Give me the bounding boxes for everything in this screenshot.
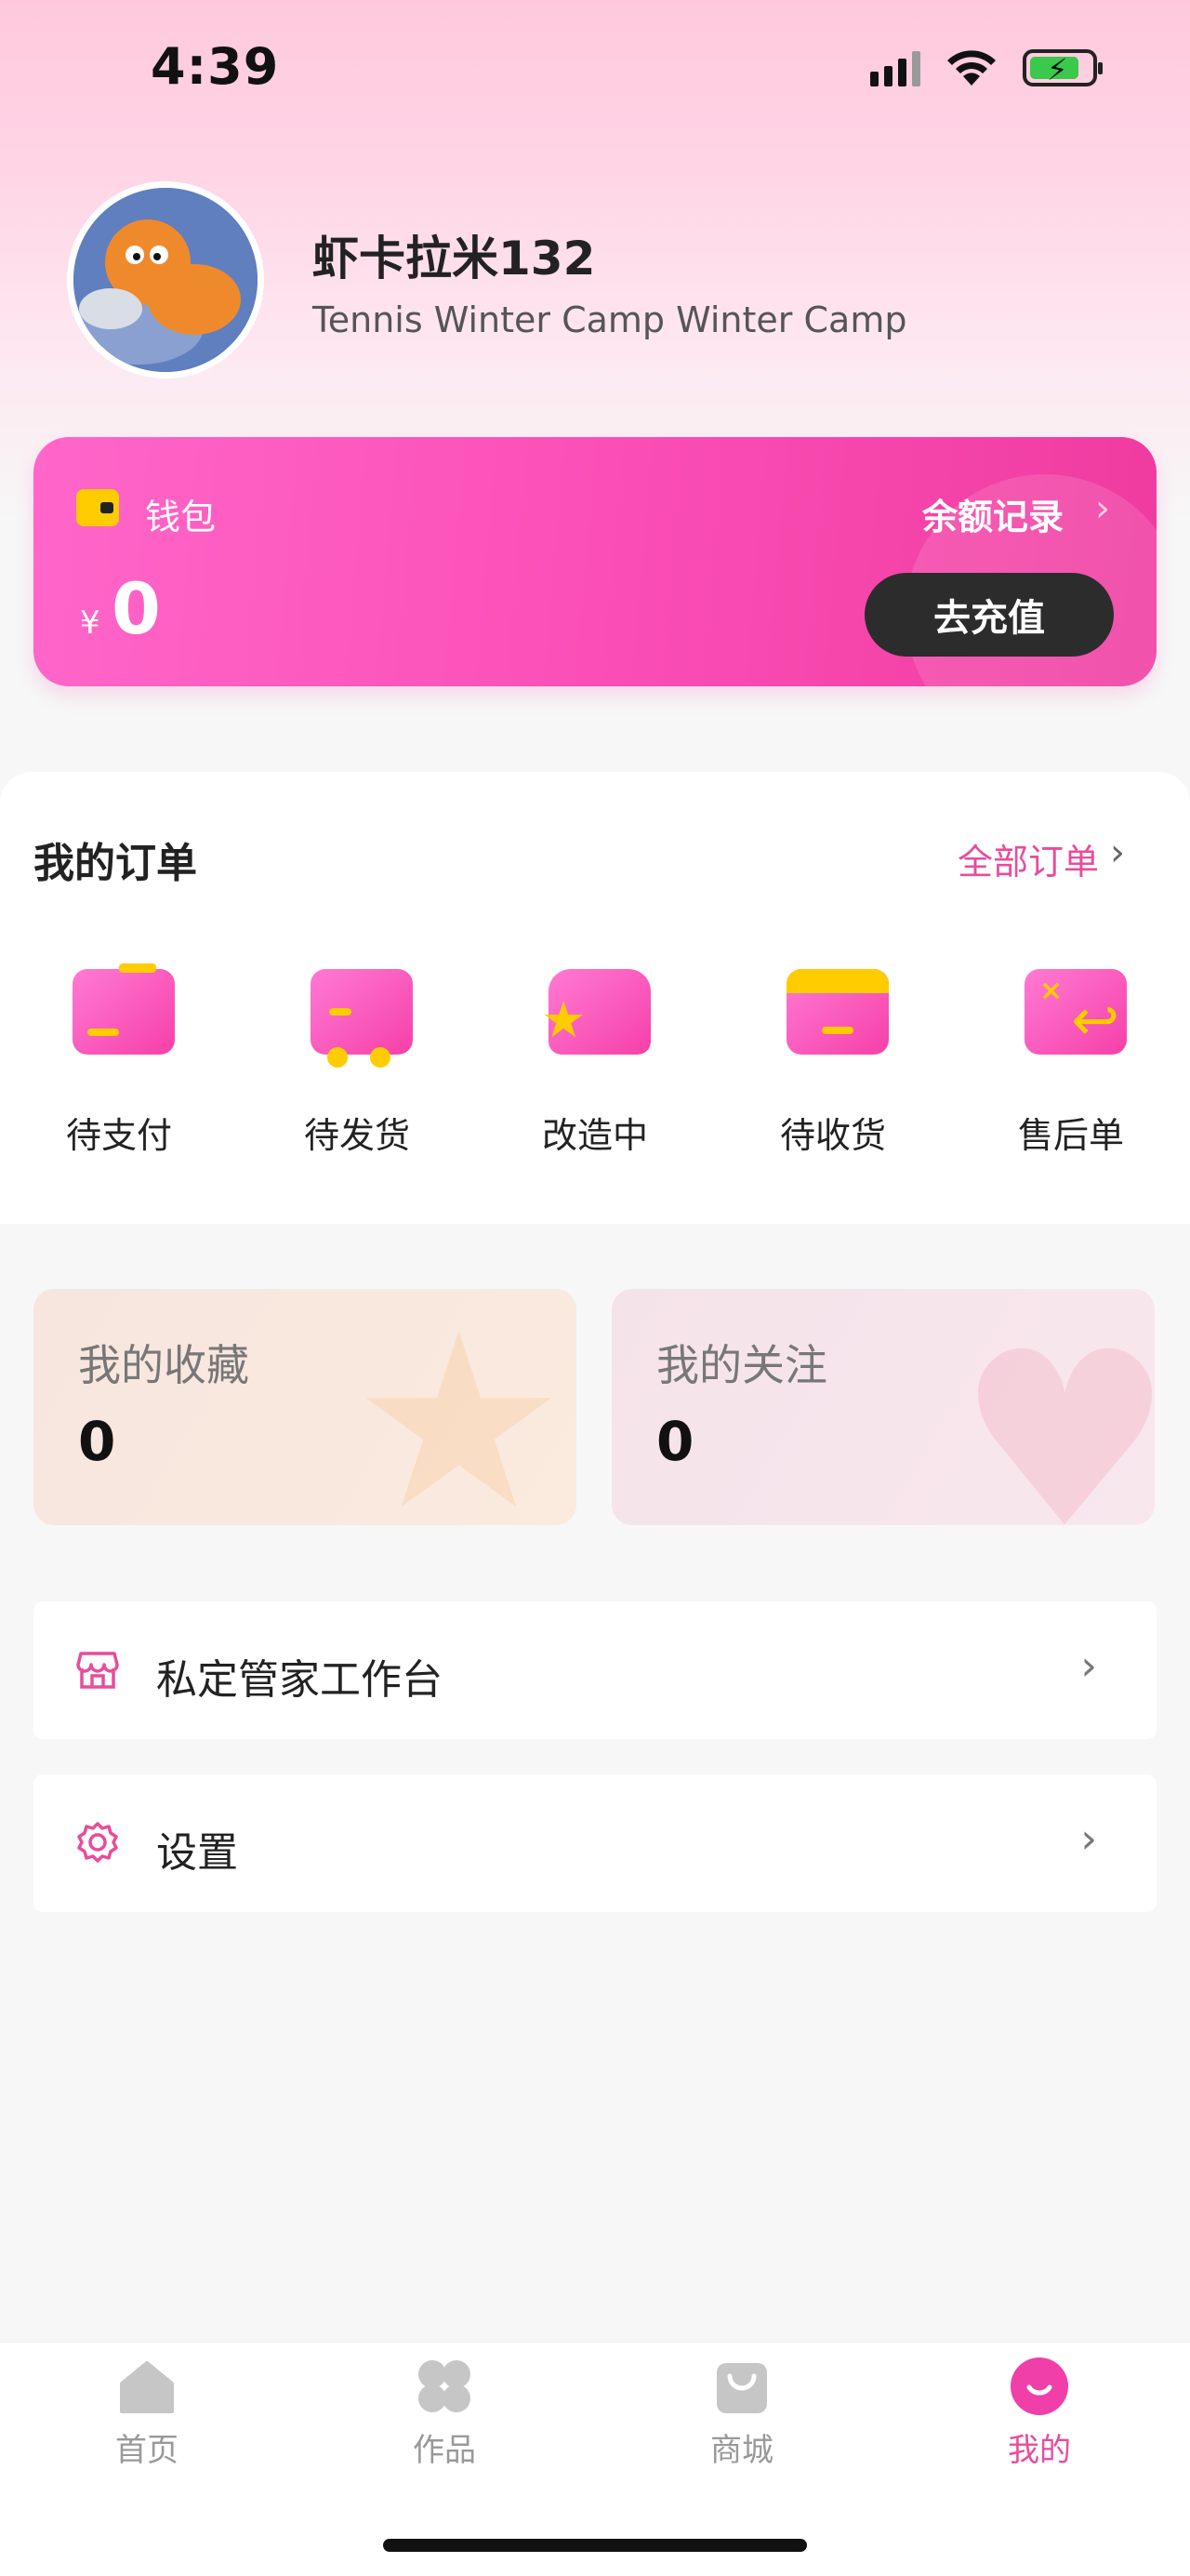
butler-workbench-row[interactable]: 私定管家工作台 ›: [33, 1601, 1157, 1739]
order-item-label: 待支付: [65, 1115, 172, 1156]
tab-label: 商城: [710, 2432, 774, 2469]
return-arrow-icon: × ↩: [1015, 958, 1127, 1060]
order-item-pending-payment[interactable]: 待支付: [0, 958, 238, 1158]
butler-workbench-label: 私定管家工作台: [156, 1656, 443, 1704]
order-item-label: 改造中: [541, 1115, 648, 1156]
orders-title: 我的订单: [33, 840, 197, 887]
chevron-right-icon[interactable]: ›: [1110, 831, 1125, 874]
package-box-icon: [777, 958, 889, 1060]
favorites-card[interactable]: ★ 我的收藏 0: [33, 1289, 576, 1525]
currency-symbol: ¥: [80, 604, 100, 642]
user-bio: Tennis Winter Camp Winter Camp: [312, 299, 907, 340]
order-item-after-sales[interactable]: × ↩ 售后单: [952, 958, 1190, 1158]
store-icon: [76, 1652, 119, 1689]
home-icon: [120, 2361, 174, 2413]
delivery-truck-icon: [301, 958, 413, 1068]
orders-section: 我的订单 全部订单 › 待支付 待发货 ★ 改造中 待收货 × ↩ 售后单: [0, 772, 1190, 1224]
order-item-label: 待收货: [779, 1115, 886, 1156]
user-name[interactable]: 虾卡拉米132: [312, 221, 595, 288]
tab-mine[interactable]: 我的: [946, 2356, 1132, 2470]
tab-label: 我的: [1008, 2432, 1071, 2469]
order-item-pending-shipment[interactable]: 待发货: [238, 958, 476, 1158]
smile-icon: [1011, 2357, 1068, 2415]
tab-works[interactable]: 作品: [351, 2356, 537, 2470]
wallet-card-icon: [63, 958, 175, 1060]
balance-record-link[interactable]: 余额记录: [922, 488, 1064, 539]
clover-icon: [418, 2360, 470, 2412]
tab-label: 作品: [413, 2432, 476, 2469]
order-item-remodeling[interactable]: ★ 改造中: [476, 958, 714, 1158]
chevron-right-icon: ›: [1080, 1642, 1097, 1690]
status-time: 4:39: [151, 37, 280, 96]
recharge-button[interactable]: 去充值: [865, 573, 1114, 657]
order-status-list: 待支付 待发货 ★ 改造中 待收货 × ↩ 售后单: [0, 958, 1190, 1158]
status-icons: ⚡: [870, 48, 1103, 87]
order-item-label: 待发货: [303, 1115, 410, 1156]
status-bar: 4:39 ⚡: [0, 0, 1190, 139]
tab-label: 首页: [115, 2432, 178, 2469]
follows-title: 我的关注: [656, 1340, 827, 1390]
settings-row[interactable]: 设置 ›: [33, 1774, 1157, 1912]
wallet-label: 钱包: [145, 497, 217, 538]
tab-home[interactable]: 首页: [54, 2356, 240, 2470]
star-icon: ★: [350, 1289, 567, 1525]
all-orders-link[interactable]: 全部订单: [958, 833, 1099, 884]
chevron-right-icon[interactable]: ›: [1095, 487, 1110, 530]
order-item-label: 售后单: [1017, 1115, 1124, 1156]
garfield-avatar-image: [73, 188, 258, 372]
cellular-signal-icon: [870, 49, 920, 86]
follows-count: 0: [656, 1410, 694, 1473]
favorites-count: 0: [78, 1410, 116, 1473]
favorites-title: 我的收藏: [78, 1340, 249, 1390]
wallet-balance: 0: [112, 567, 161, 650]
chevron-right-icon: ›: [1080, 1815, 1097, 1863]
follows-card[interactable]: ♥ 我的关注 0: [612, 1289, 1155, 1525]
settings-label: 设置: [156, 1829, 238, 1877]
order-item-pending-receipt[interactable]: 待收货: [714, 958, 952, 1158]
heart-icon: ♥: [956, 1301, 1155, 1525]
wifi-icon: [947, 50, 996, 86]
shirt-star-icon: ★: [539, 958, 651, 1060]
wallet-icon: [76, 489, 119, 526]
shopping-bag-icon: [717, 2363, 767, 2413]
battery-icon: ⚡: [1023, 49, 1103, 87]
avatar[interactable]: [67, 181, 264, 378]
home-indicator: [383, 2539, 807, 2552]
gear-icon: [77, 1822, 118, 1863]
tab-mall[interactable]: 商城: [649, 2356, 835, 2470]
wallet-card[interactable]: 钱包 余额记录 › ¥ 0 去充值: [33, 437, 1157, 686]
